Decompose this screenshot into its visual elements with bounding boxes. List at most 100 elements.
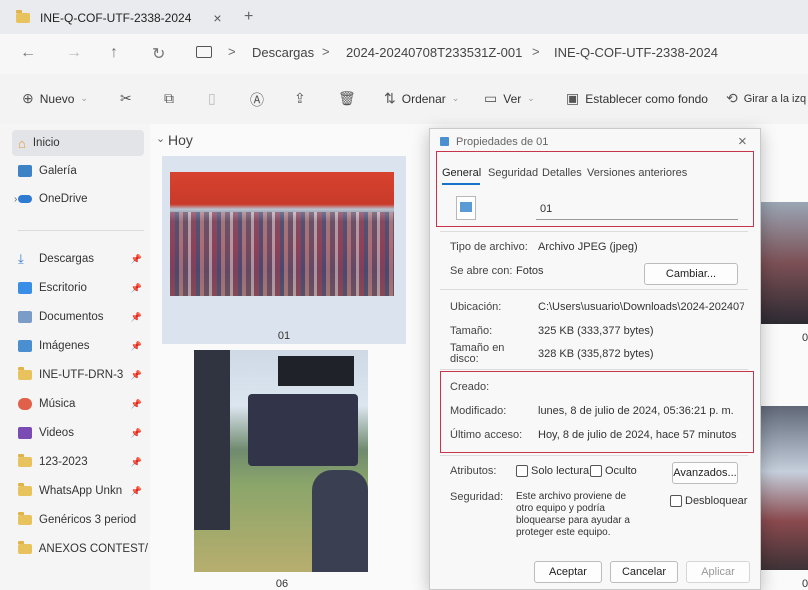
sidebar-item-videos[interactable]: Videos 📌 [18, 420, 148, 446]
breadcrumb-current[interactable]: INE-Q-COF-UTF-2338-2024 [554, 45, 718, 60]
dialog-title: Propiedades de 01 [456, 136, 549, 148]
breadcrumb-zip-folder[interactable]: 2024-20240708T233531Z-001 [346, 45, 522, 60]
file-item-selected[interactable]: 01 [162, 156, 406, 344]
tab-current[interactable]: INE-Q-COF-UTF-2338-2024 × [8, 4, 228, 32]
back-icon[interactable]: ← [20, 44, 36, 62]
sort-label: Ordenar [401, 91, 446, 106]
forward-icon[interactable]: → [66, 44, 82, 62]
hidden-label: Oculto [605, 465, 637, 477]
divider [440, 455, 748, 456]
sidebar-item-whatsapp[interactable]: WhatsApp Unkn 📌 [18, 478, 148, 504]
cut-icon[interactable]: ✂ [120, 90, 132, 107]
sort-button[interactable]: ⇅ Ordenar ⌄ [384, 90, 459, 107]
apply-button[interactable]: Aplicar [686, 561, 750, 583]
pin-icon[interactable]: 📌 [131, 399, 142, 410]
sidebar-item-label: Galería [39, 165, 77, 177]
file-item[interactable] [758, 406, 808, 570]
sidebar-item-label: WhatsApp Unkn [39, 485, 123, 497]
sidebar-item-onedrive[interactable]: OneDrive [18, 186, 148, 212]
breadcrumb-separator: > [532, 44, 540, 59]
sidebar-item-label: ANEXOS CONTEST/ [38, 543, 148, 555]
music-icon [18, 398, 32, 410]
collapse-chevron-icon[interactable]: ⌄ [156, 132, 165, 145]
cancel-button[interactable]: Cancelar [610, 561, 678, 583]
checkbox-icon [670, 495, 682, 508]
sidebar-item-ine-utf[interactable]: INE-UTF-DRN-3 📌 [18, 362, 148, 388]
address-bar: ← → ↑ ↻ > Descargas > 2024-20240708T2335… [0, 34, 808, 74]
tab-title: INE-Q-COF-UTF-2338-2024 [40, 11, 192, 25]
disk-size-value: 328 KB (335,872 bytes) [538, 348, 654, 360]
rename-icon[interactable]: Ⓐ [250, 90, 264, 110]
sidebar-item-galeria[interactable]: Galería [18, 158, 148, 184]
rotate-left-icon: ⟲ [726, 90, 738, 106]
gallery-icon [18, 165, 32, 177]
sidebar-item-anexos[interactable]: ANEXOS CONTEST/ [18, 536, 148, 562]
sidebar-item-descargas[interactable]: ⤓ Descargas 📌 [18, 246, 148, 272]
pin-icon[interactable]: 📌 [131, 486, 142, 497]
location-value: C:\Users\usuario\Downloads\2024-20240708… [538, 301, 744, 313]
tab-close-icon[interactable]: × [213, 10, 221, 26]
set-wallpaper-button[interactable]: ▣ Establecer como fondo [566, 90, 708, 107]
pin-icon[interactable]: 📌 [131, 312, 142, 323]
file-name: 0 [802, 578, 808, 590]
sidebar-item-documentos[interactable]: Documentos 📌 [18, 304, 148, 330]
monitor-icon[interactable] [196, 46, 212, 58]
pin-icon[interactable]: 📌 [131, 254, 142, 265]
pin-icon[interactable]: 📌 [131, 370, 142, 381]
type-value: Archivo JPEG (jpeg) [538, 241, 638, 253]
sidebar-item-label: OneDrive [39, 193, 88, 205]
pin-icon[interactable]: 📌 [131, 341, 142, 352]
security-label: Seguridad: [450, 491, 504, 503]
new-button[interactable]: ⊕ Nuevo ⌄ [22, 90, 88, 107]
new-label: Nuevo [39, 91, 75, 106]
disk-size-label: Tamaño en disco: [450, 342, 505, 365]
pin-icon[interactable]: 📌 [131, 283, 142, 294]
share-icon[interactable]: ⇪ [294, 90, 306, 107]
readonly-checkbox[interactable]: Solo lectura [516, 465, 589, 478]
sidebar-item-label: Descargas [39, 253, 94, 265]
sidebar-item-genericos[interactable]: Genéricos 3 period [18, 507, 148, 533]
sidebar-item-escritorio[interactable]: Escritorio 📌 [18, 275, 148, 301]
unblock-checkbox[interactable]: Desbloquear [670, 495, 748, 508]
view-label: Ver [503, 91, 522, 106]
attributes-label: Atributos: [450, 465, 497, 477]
sidebar-item-123-2023[interactable]: 123-2023 📌 [18, 449, 148, 475]
video-icon [18, 427, 32, 439]
sidebar-item-inicio[interactable]: ⌂ Inicio [12, 130, 144, 156]
photo-thumbnail [194, 350, 368, 572]
folder-icon [18, 483, 32, 496]
sidebar-item-imagenes[interactable]: Imágenes 📌 [18, 333, 148, 359]
breadcrumb-descargas[interactable]: Descargas [252, 45, 314, 60]
unblock-label: Desbloquear [685, 495, 748, 507]
refresh-icon[interactable]: ↻ [152, 44, 165, 64]
pin-icon[interactable]: 📌 [131, 457, 142, 468]
pin-icon[interactable]: 📌 [131, 428, 142, 439]
command-bar: ⊕ Nuevo ⌄ ✂ ⧉ ▯ Ⓐ ⇪ 🗑 ⇅ Ordenar ⌄ ▭ Ver … [0, 74, 808, 125]
security-text: Este archivo proviene de otro equipo y p… [516, 491, 630, 538]
folder-icon [18, 367, 32, 380]
new-tab-icon[interactable]: + [244, 8, 253, 26]
delete-icon[interactable]: 🗑 [338, 90, 356, 107]
sidebar-item-musica[interactable]: Música 📌 [18, 391, 148, 417]
plus-circle-icon: ⊕ [22, 90, 34, 106]
file-name: 0 [802, 332, 808, 344]
sidebar-item-label: Inicio [32, 137, 60, 149]
chevron-down-icon: ⌄ [451, 93, 460, 103]
divider [440, 231, 748, 232]
rotate-left-button[interactable]: ⟲ Girar a la izq [726, 90, 806, 107]
copy-icon[interactable]: ⧉ [164, 90, 174, 107]
change-button[interactable]: Cambiar... [644, 263, 738, 285]
up-icon[interactable]: ↑ [110, 44, 118, 62]
hidden-checkbox[interactable]: Oculto [590, 465, 637, 478]
advanced-button[interactable]: Avanzados... [672, 462, 738, 484]
ok-button[interactable]: Aceptar [534, 561, 602, 583]
type-label: Tipo de archivo: [450, 241, 528, 253]
highlight-box-dates [440, 371, 754, 453]
pictures-icon [18, 340, 32, 352]
dialog-close-icon[interactable]: × [738, 133, 747, 150]
file-item[interactable]: 06 [194, 350, 370, 590]
paste-icon[interactable]: ▯ [208, 90, 216, 107]
expand-chevron-icon[interactable]: › [14, 194, 17, 205]
file-item[interactable] [758, 202, 808, 324]
view-button[interactable]: ▭ Ver ⌄ [484, 90, 535, 107]
